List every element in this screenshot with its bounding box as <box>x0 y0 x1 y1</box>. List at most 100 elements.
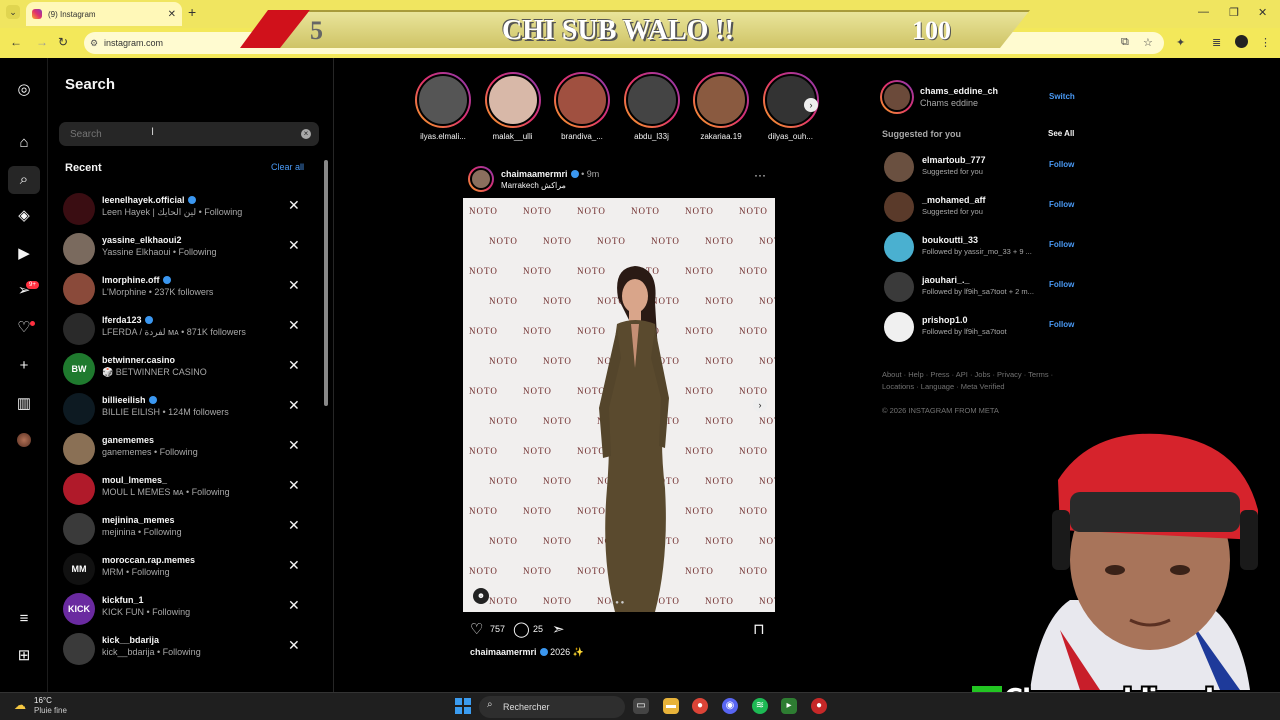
see-all-button[interactable]: See All <box>1048 129 1074 138</box>
recent-item[interactable]: billieeilish BILLIE EILISH • 124M followe… <box>48 390 333 430</box>
my-avatar[interactable] <box>880 80 914 114</box>
caption-username[interactable]: chaimaamermri <box>470 647 537 657</box>
taskbar-search[interactable]: Rechercher <box>479 696 625 718</box>
maximize-button[interactable]: ❐ <box>1229 6 1239 19</box>
remove-recent-icon[interactable]: ✕ <box>288 197 300 214</box>
suggestion-avatar[interactable] <box>884 232 914 262</box>
discord-icon[interactable]: ◉ <box>722 698 738 714</box>
remove-recent-icon[interactable]: ✕ <box>288 237 300 254</box>
browser-menu-icon[interactable]: ⋮ <box>1260 36 1271 49</box>
follow-button[interactable]: Follow <box>1049 280 1074 289</box>
file-explorer-icon[interactable]: ▬ <box>663 698 679 714</box>
recent-item[interactable]: yassine_elkhaoui2 Yassine Elkhaoui • Foll… <box>48 230 333 270</box>
suggestion-username[interactable]: _mohamed_aff <box>922 195 986 205</box>
reels-icon[interactable]: ▶ <box>14 244 34 264</box>
post-username[interactable]: chaimaamermri <box>501 169 568 179</box>
chrome-icon[interactable]: ● <box>692 698 708 714</box>
recent-item[interactable]: mejinina_memes mejinina • Following ✕ <box>48 510 333 550</box>
meta-icon[interactable]: ⊞ <box>14 646 34 666</box>
comment-icon[interactable]: ◯ <box>513 620 530 638</box>
create-icon[interactable]: + <box>14 356 34 376</box>
instagram-icon[interactable]: ◎ <box>14 80 34 100</box>
follow-button[interactable]: Follow <box>1049 240 1074 249</box>
recent-item[interactable]: BW betwinner.casino 🎲 BETWINNER CASINO ✕ <box>48 350 333 390</box>
weather-icon[interactable]: ☁ <box>14 698 26 712</box>
remove-recent-icon[interactable]: ✕ <box>288 517 300 534</box>
remove-recent-icon[interactable]: ✕ <box>288 357 300 374</box>
task-view-icon[interactable]: ▭ <box>633 698 649 714</box>
remove-recent-icon[interactable]: ✕ <box>288 397 300 414</box>
remove-recent-icon[interactable]: ✕ <box>288 317 300 334</box>
profile-icon[interactable] <box>17 433 31 447</box>
remove-recent-icon[interactable]: ✕ <box>288 637 300 654</box>
my-username[interactable]: chams_eddine_ch <box>920 86 998 96</box>
close-window-button[interactable]: ✕ <box>1258 6 1267 19</box>
browser-profile-avatar[interactable] <box>1235 35 1248 48</box>
site-info-icon[interactable]: ⚙ <box>90 38 98 49</box>
footer-links[interactable]: About · Help · Press · API · Jobs · Priv… <box>882 369 1082 393</box>
back-button[interactable]: ← <box>10 35 22 49</box>
recent-item[interactable]: lferda123 LFERDA / لفردة ᴍᴀ • 871K follow… <box>48 310 333 350</box>
dashboard-icon[interactable]: ▥ <box>14 394 34 414</box>
clear-all-button[interactable]: Clear all <box>271 162 304 172</box>
reload-button[interactable]: ↻ <box>58 35 68 49</box>
recent-item[interactable]: MM moroccan.rap.memes MRM • Following ✕ <box>48 550 333 590</box>
forward-button[interactable]: → <box>36 35 48 49</box>
recent-item[interactable]: ganememes ganememes • Following ✕ <box>48 430 333 470</box>
follow-button[interactable]: Follow <box>1049 200 1074 209</box>
suggestion-username[interactable]: elmartoub_777 <box>922 155 986 165</box>
new-tab-button[interactable]: + <box>188 4 196 20</box>
terminal-icon[interactable]: ▸ <box>781 698 797 714</box>
post-image[interactable]: NOTO NOTO NOTO NOTO NOTO NOTO NOTO NOTO NOTO NOTO… <box>463 198 775 612</box>
share-icon[interactable]: ➣ <box>552 620 565 638</box>
follow-button[interactable]: Follow <box>1049 320 1074 329</box>
explore-icon[interactable]: ◈ <box>14 206 34 226</box>
recent-item[interactable]: KICK kickfun_1 KICK FUN • Following ✕ <box>48 590 333 630</box>
remove-recent-icon[interactable]: ✕ <box>288 597 300 614</box>
suggestion-avatar[interactable] <box>884 272 914 302</box>
media-controls-icon[interactable]: ≣ <box>1212 36 1221 49</box>
suggestion-username[interactable]: jaouhari_._ <box>922 275 970 285</box>
recent-item[interactable]: leenelhayek.official Leen Hayek | لين الح… <box>48 190 333 230</box>
recent-item[interactable]: kick__bdarija kick__bdarija • Following ✕ <box>48 630 333 670</box>
browser-tab[interactable]: (9) Instagram ✕ <box>26 2 182 26</box>
remove-recent-icon[interactable]: ✕ <box>288 557 300 574</box>
story-item[interactable]: zakariaa.19 <box>690 72 750 144</box>
search-scrollbar[interactable] <box>324 160 328 406</box>
remove-recent-icon[interactable]: ✕ <box>288 437 300 454</box>
start-button[interactable] <box>455 698 471 714</box>
story-item[interactable]: malak__ulli <box>482 72 542 144</box>
follow-button[interactable]: Follow <box>1049 160 1074 169</box>
recent-item[interactable]: moul_lmemes_ MOUL L MEMES ᴍᴀ • Following ✕ <box>48 470 333 510</box>
bookmark-star-icon[interactable]: ☆ <box>1143 36 1153 49</box>
close-tab-icon[interactable]: ✕ <box>168 9 176 20</box>
suggestion-username[interactable]: prishop1.0 <box>922 315 968 325</box>
remove-recent-icon[interactable]: ✕ <box>288 277 300 294</box>
recording-app-icon[interactable]: ● <box>811 698 827 714</box>
home-icon[interactable]: ⌂ <box>14 133 34 153</box>
save-icon[interactable]: ⊓ <box>753 620 765 638</box>
remove-recent-icon[interactable]: ✕ <box>288 477 300 494</box>
post-location[interactable]: Marrakech مراكش <box>501 181 566 190</box>
story-item[interactable]: ilyas.elmali... <box>412 72 472 144</box>
story-item[interactable]: brandiva_... <box>551 72 611 144</box>
spotify-icon[interactable]: ≋ <box>752 698 768 714</box>
recent-item[interactable]: lmorphine.off L'Morphine • 237K followers… <box>48 270 333 310</box>
extensions-icon[interactable]: ✦ <box>1176 36 1185 49</box>
suggestion-username[interactable]: boukoutti_33 <box>922 235 978 245</box>
search-clear-icon[interactable]: × <box>301 129 311 139</box>
stories-next-button[interactable]: › <box>804 98 818 112</box>
more-options-icon[interactable]: ··· <box>754 168 766 182</box>
post-author[interactable]: chaimaamermri • 9m <box>501 169 599 179</box>
post-author-avatar[interactable] <box>468 166 494 192</box>
suggestion-avatar[interactable] <box>884 152 914 182</box>
weather-desc[interactable]: Pluie fine <box>34 706 67 715</box>
suggestion-avatar[interactable] <box>884 312 914 342</box>
switch-account-button[interactable]: Switch <box>1049 92 1075 101</box>
search-input[interactable] <box>59 122 319 146</box>
install-app-icon[interactable]: ⧉ <box>1121 36 1129 49</box>
menu-icon[interactable]: ≡ <box>14 609 34 629</box>
like-icon[interactable]: ♡ <box>470 620 483 638</box>
weather-temp[interactable]: 16°C <box>34 696 52 705</box>
image-next-button[interactable]: › <box>753 398 767 412</box>
